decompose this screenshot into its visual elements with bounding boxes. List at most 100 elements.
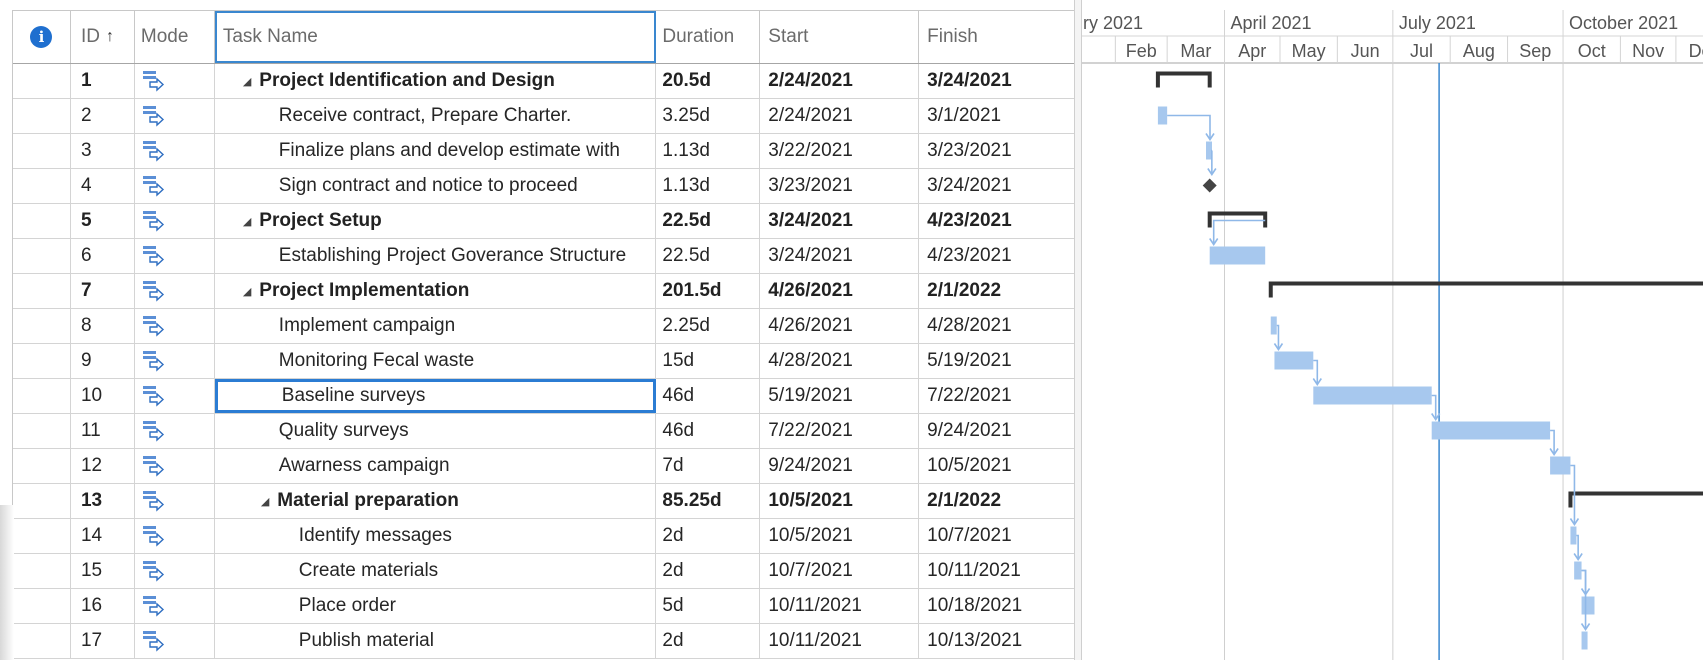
task-id-cell[interactable]: 11 <box>71 414 135 448</box>
duration-cell[interactable]: 2d <box>656 554 761 588</box>
start-cell[interactable]: 5/19/2021 <box>760 379 920 413</box>
task-name-cell[interactable]: Identify messages <box>215 519 657 553</box>
start-cell[interactable]: 10/11/2021 <box>760 624 920 658</box>
indicator-cell[interactable] <box>13 274 71 308</box>
task-row[interactable]: 3 Finalize plans and develop estimate wit… <box>13 134 1074 169</box>
pane-splitter[interactable] <box>1074 0 1082 660</box>
finish-cell[interactable]: 3/24/2021 <box>919 169 1074 203</box>
task-mode-cell[interactable] <box>135 344 215 378</box>
start-cell[interactable]: 4/28/2021 <box>760 344 920 378</box>
start-cell[interactable]: 2/24/2021 <box>760 64 920 98</box>
task-id-cell[interactable]: 6 <box>71 239 135 273</box>
task-id-cell[interactable]: 7 <box>71 274 135 308</box>
task-row[interactable]: 11 Quality surveys 46d 7/22/2021 9/24/2021 <box>13 414 1074 449</box>
task-id-cell[interactable]: 1 <box>71 64 135 98</box>
finish-cell[interactable]: 2/1/2022 <box>919 484 1074 518</box>
task-mode-cell[interactable] <box>135 134 215 168</box>
start-cell[interactable]: 10/5/2021 <box>760 484 920 518</box>
start-cell[interactable]: 4/26/2021 <box>760 309 920 343</box>
finish-cell[interactable]: 3/1/2021 <box>919 99 1074 133</box>
finish-cell[interactable]: 2/1/2022 <box>919 274 1074 308</box>
indicator-cell[interactable] <box>13 554 71 588</box>
task-name-cell[interactable]: ◢ Project Implementation <box>215 274 657 308</box>
task-mode-cell[interactable] <box>135 64 215 98</box>
finish-cell[interactable]: 3/24/2021 <box>919 64 1074 98</box>
task-name-cell[interactable]: Create materials <box>215 554 657 588</box>
duration-cell[interactable]: 46d <box>656 379 761 413</box>
indicator-cell[interactable] <box>13 344 71 378</box>
task-id-cell[interactable]: 2 <box>71 99 135 133</box>
duration-cell[interactable]: 5d <box>656 589 761 623</box>
indicator-cell[interactable] <box>13 134 71 168</box>
finish-cell[interactable]: 3/23/2021 <box>919 134 1074 168</box>
indicator-cell[interactable] <box>13 379 71 413</box>
indicator-cell[interactable] <box>13 589 71 623</box>
finish-cell[interactable]: 4/28/2021 <box>919 309 1074 343</box>
task-name-cell[interactable]: ◢ Project Identification and Design <box>215 64 657 98</box>
task-name-column-header[interactable]: Task Name <box>214 11 657 63</box>
task-row[interactable]: 9 Monitoring Fecal waste 15d 4/28/2021 5/19/… <box>13 344 1074 379</box>
task-id-cell[interactable]: 13 <box>71 484 135 518</box>
task-row[interactable]: 2 Receive contract, Prepare Charter. 3.25d… <box>13 99 1074 134</box>
finish-cell[interactable]: 9/24/2021 <box>919 414 1074 448</box>
task-name-cell[interactable]: Receive contract, Prepare Charter. <box>215 99 657 133</box>
task-row[interactable]: 1 ◢ Project Identification and Design 20.5d… <box>13 64 1074 99</box>
finish-cell[interactable]: 7/22/2021 <box>919 379 1074 413</box>
duration-cell[interactable]: 22.5d <box>656 204 761 238</box>
duration-cell[interactable]: 46d <box>656 414 761 448</box>
duration-cell[interactable]: 15d <box>656 344 761 378</box>
task-mode-cell[interactable] <box>135 414 215 448</box>
task-name-cell[interactable]: ◢ Material preparation <box>215 484 657 518</box>
duration-cell[interactable]: 2.25d <box>656 309 761 343</box>
start-cell[interactable]: 9/24/2021 <box>760 449 920 483</box>
task-name-cell[interactable]: Implement campaign <box>215 309 657 343</box>
indicator-cell[interactable] <box>13 99 71 133</box>
task-mode-cell[interactable] <box>135 449 215 483</box>
task-id-cell[interactable]: 9 <box>71 344 135 378</box>
task-mode-cell[interactable] <box>135 379 215 413</box>
id-column-header[interactable]: ID ↑ <box>71 11 135 63</box>
task-id-cell[interactable]: 4 <box>71 169 135 203</box>
task-mode-cell[interactable] <box>135 274 215 308</box>
indicator-cell[interactable] <box>13 519 71 553</box>
duration-column-header[interactable]: Duration <box>656 11 761 63</box>
task-name-cell[interactable]: Place order <box>215 589 657 623</box>
task-name-cell[interactable]: ◢ Project Setup <box>215 204 657 238</box>
task-row[interactable]: 14 Identify messages 2d 10/5/2021 10/7/2021 <box>13 519 1074 554</box>
duration-cell[interactable]: 20.5d <box>656 64 761 98</box>
collapse-triangle-icon[interactable]: ◢ <box>243 285 251 298</box>
finish-column-header[interactable]: Finish <box>919 11 1074 63</box>
indicator-cell[interactable] <box>13 414 71 448</box>
start-column-header[interactable]: Start <box>760 11 920 63</box>
finish-cell[interactable]: 10/11/2021 <box>919 554 1074 588</box>
task-name-cell[interactable]: Awarness campaign <box>215 449 657 483</box>
task-row[interactable]: 12 Awarness campaign 7d 9/24/2021 10/5/2021 <box>13 449 1074 484</box>
task-row[interactable]: 17 Publish material 2d 10/11/2021 10/13/2021 <box>13 624 1074 659</box>
start-cell[interactable]: 3/22/2021 <box>760 134 920 168</box>
task-name-cell[interactable]: Monitoring Fecal waste <box>215 344 657 378</box>
duration-cell[interactable]: 1.13d <box>656 169 761 203</box>
task-row[interactable]: 7 ◢ Project Implementation 201.5d 4/26/2021 2… <box>13 274 1074 309</box>
indicator-cell[interactable] <box>13 169 71 203</box>
task-name-cell[interactable]: Baseline surveys <box>214 379 657 413</box>
finish-cell[interactable]: 5/19/2021 <box>919 344 1074 378</box>
indicator-cell[interactable] <box>13 204 71 238</box>
task-id-cell[interactable]: 14 <box>71 519 135 553</box>
start-cell[interactable]: 3/24/2021 <box>760 204 920 238</box>
indicator-cell[interactable] <box>13 624 71 658</box>
duration-cell[interactable]: 2d <box>656 519 761 553</box>
task-mode-cell[interactable] <box>135 309 215 343</box>
task-id-cell[interactable]: 10 <box>71 379 135 413</box>
task-name-cell[interactable]: Finalize plans and develop estimate with <box>215 134 657 168</box>
task-id-cell[interactable]: 12 <box>71 449 135 483</box>
task-mode-cell[interactable] <box>135 99 215 133</box>
task-name-cell[interactable]: Publish material <box>215 624 657 658</box>
start-cell[interactable]: 3/24/2021 <box>760 239 920 273</box>
collapse-triangle-icon[interactable]: ◢ <box>261 495 269 508</box>
duration-cell[interactable]: 22.5d <box>656 239 761 273</box>
task-mode-cell[interactable] <box>135 169 215 203</box>
task-mode-cell[interactable] <box>135 589 215 623</box>
task-row[interactable]: 8 Implement campaign 2.25d 4/26/2021 4/28/20… <box>13 309 1074 344</box>
task-id-cell[interactable]: 17 <box>71 624 135 658</box>
start-cell[interactable]: 3/23/2021 <box>760 169 920 203</box>
